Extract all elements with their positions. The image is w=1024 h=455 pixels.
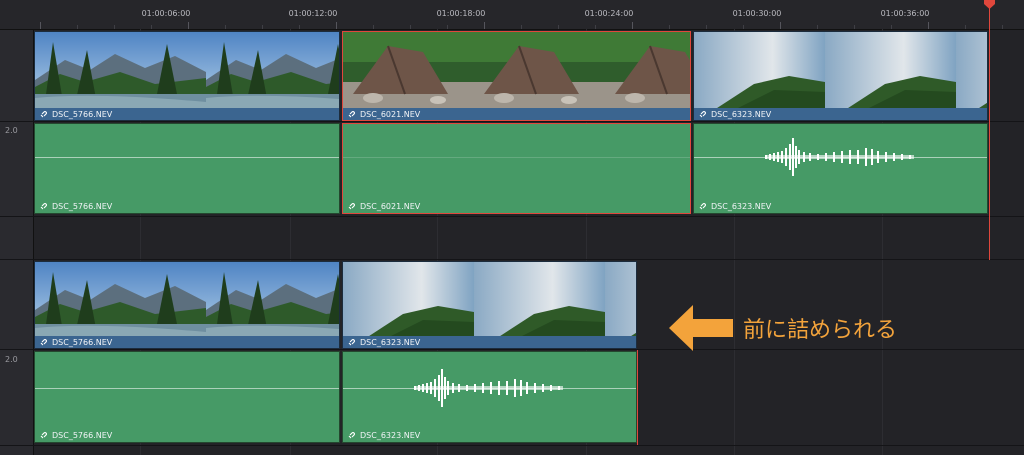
link-icon [348, 431, 356, 439]
clip-thumbnail-sky-hill [343, 262, 636, 336]
waveform-baseline [35, 157, 339, 158]
clip-name-bar: DSC_5766.NEV [35, 428, 339, 442]
clip-name-bar: DSC_6323.NEV [694, 108, 987, 120]
ruler-tick [1002, 25, 1003, 29]
ruler-tick [632, 22, 633, 29]
ruler-tick [484, 22, 485, 29]
waveform-baseline [35, 388, 339, 389]
clip-name: DSC_6323.NEV [360, 337, 421, 347]
waveform [414, 368, 563, 408]
annotation-text: 前に詰められる [743, 318, 898, 343]
ruler-tick [521, 25, 522, 29]
ruler-tick [77, 25, 78, 29]
ruler-tick [817, 25, 818, 29]
clip-thumbnail-mountain-river [35, 262, 339, 336]
ruler-tick [373, 25, 374, 29]
ruler-tick [114, 25, 115, 29]
clip-name-bar: DSC_6323.NEV [694, 199, 987, 213]
link-icon [348, 110, 356, 118]
link-icon [699, 110, 707, 118]
clip-name-bar: DSC_5766.NEV [35, 199, 339, 213]
waveform [765, 138, 914, 177]
ruler-tick [410, 25, 411, 29]
ruler-tick [262, 25, 263, 29]
audio-clip[interactable]: DSC_6323.NEV [342, 351, 637, 443]
link-icon [348, 202, 356, 210]
video-clip[interactable]: DSC_5766.NEV [34, 261, 340, 349]
ruler-tick [336, 22, 337, 29]
clip-name: DSC_6323.NEV [711, 201, 772, 211]
clip-name-bar: DSC_6323.NEV [343, 336, 636, 348]
video-clip[interactable]: DSC_5766.NEV [34, 31, 340, 121]
track-header-column [0, 0, 34, 455]
clip-name-bar: DSC_6323.NEV [343, 428, 636, 442]
ruler-tick [965, 25, 966, 29]
timecode-label: 01:00:36:00 [880, 9, 930, 18]
video-clip[interactable]: DSC_6323.NEV [693, 31, 988, 121]
ruler-tick [40, 22, 41, 29]
clip-name-bar: DSC_6021.NEV [343, 108, 690, 120]
audio-clip[interactable]: DSC_5766.NEV [34, 351, 340, 443]
link-icon [348, 338, 356, 346]
clip-name: DSC_5766.NEV [52, 109, 113, 119]
video-clip[interactable]: DSC_6323.NEV [342, 261, 637, 349]
ruler-tick [743, 25, 744, 29]
timecode-label: 01:00:06:00 [141, 9, 191, 18]
ruler-tick [151, 25, 152, 29]
timecode-label: 01:00:18:00 [436, 9, 486, 18]
link-icon [40, 431, 48, 439]
ruler-tick [595, 25, 596, 29]
playhead[interactable] [989, 0, 990, 260]
audio-level-label: 2.0 [5, 126, 18, 135]
clip-name: DSC_6021.NEV [360, 109, 421, 119]
clip-name: DSC_5766.NEV [52, 337, 113, 347]
ruler-tick [780, 22, 781, 29]
video-clip-selected[interactable]: DSC_6021.NEV [342, 31, 691, 121]
track-separator [0, 259, 1024, 260]
track-separator [0, 121, 1024, 122]
clip-name: DSC_6021.NEV [360, 201, 421, 211]
ruler-tick [928, 22, 929, 29]
left-arrow-icon [669, 305, 733, 351]
clip-name: DSC_6323.NEV [711, 109, 772, 119]
ruler-tick [447, 25, 448, 29]
link-icon [40, 338, 48, 346]
clip-name: DSC_5766.NEV [52, 430, 113, 440]
clip-name-bar: DSC_5766.NEV [35, 108, 339, 120]
audio-clip[interactable]: DSC_6323.NEV [693, 123, 988, 214]
ruler-tick [854, 25, 855, 29]
ruler-tick [225, 25, 226, 29]
timecode-label: 01:00:12:00 [288, 9, 338, 18]
clip-thumbnail-mountain-river [35, 32, 339, 108]
ruler-tick [669, 25, 670, 29]
timeline-end-marker [637, 350, 638, 445]
clip-name: DSC_6323.NEV [360, 430, 421, 440]
timeline-editor: 01:00:06:00 01:00:12:00 01:00:18:00 01:0… [0, 0, 1024, 455]
ruler-tick [891, 25, 892, 29]
playhead-handle-icon[interactable] [984, 0, 995, 9]
ruler-tick [299, 25, 300, 29]
timecode-label: 01:00:30:00 [732, 9, 782, 18]
ruler-tick [706, 25, 707, 29]
link-icon [699, 202, 707, 210]
audio-clip-selected[interactable]: DSC_6021.NEV [342, 123, 691, 214]
ruler-tick [558, 25, 559, 29]
annotation-callout: 前に詰められる [669, 305, 929, 351]
clip-name: DSC_5766.NEV [52, 201, 113, 211]
clip-name-bar: DSC_5766.NEV [35, 336, 339, 348]
link-icon [40, 110, 48, 118]
audio-level-label: 2.0 [5, 355, 18, 364]
clip-thumbnail-tent [343, 32, 690, 108]
ruler-tick [188, 22, 189, 29]
timecode-ruler[interactable]: 01:00:06:00 01:00:12:00 01:00:18:00 01:0… [0, 0, 1024, 30]
link-icon [40, 202, 48, 210]
clip-name-bar: DSC_6021.NEV [343, 199, 690, 213]
track-separator [0, 445, 1024, 446]
clip-thumbnail-sky-hill [694, 32, 987, 108]
waveform-baseline [343, 157, 690, 158]
timecode-label: 01:00:24:00 [584, 9, 634, 18]
audio-clip[interactable]: DSC_5766.NEV [34, 123, 340, 214]
track-separator [0, 216, 1024, 217]
